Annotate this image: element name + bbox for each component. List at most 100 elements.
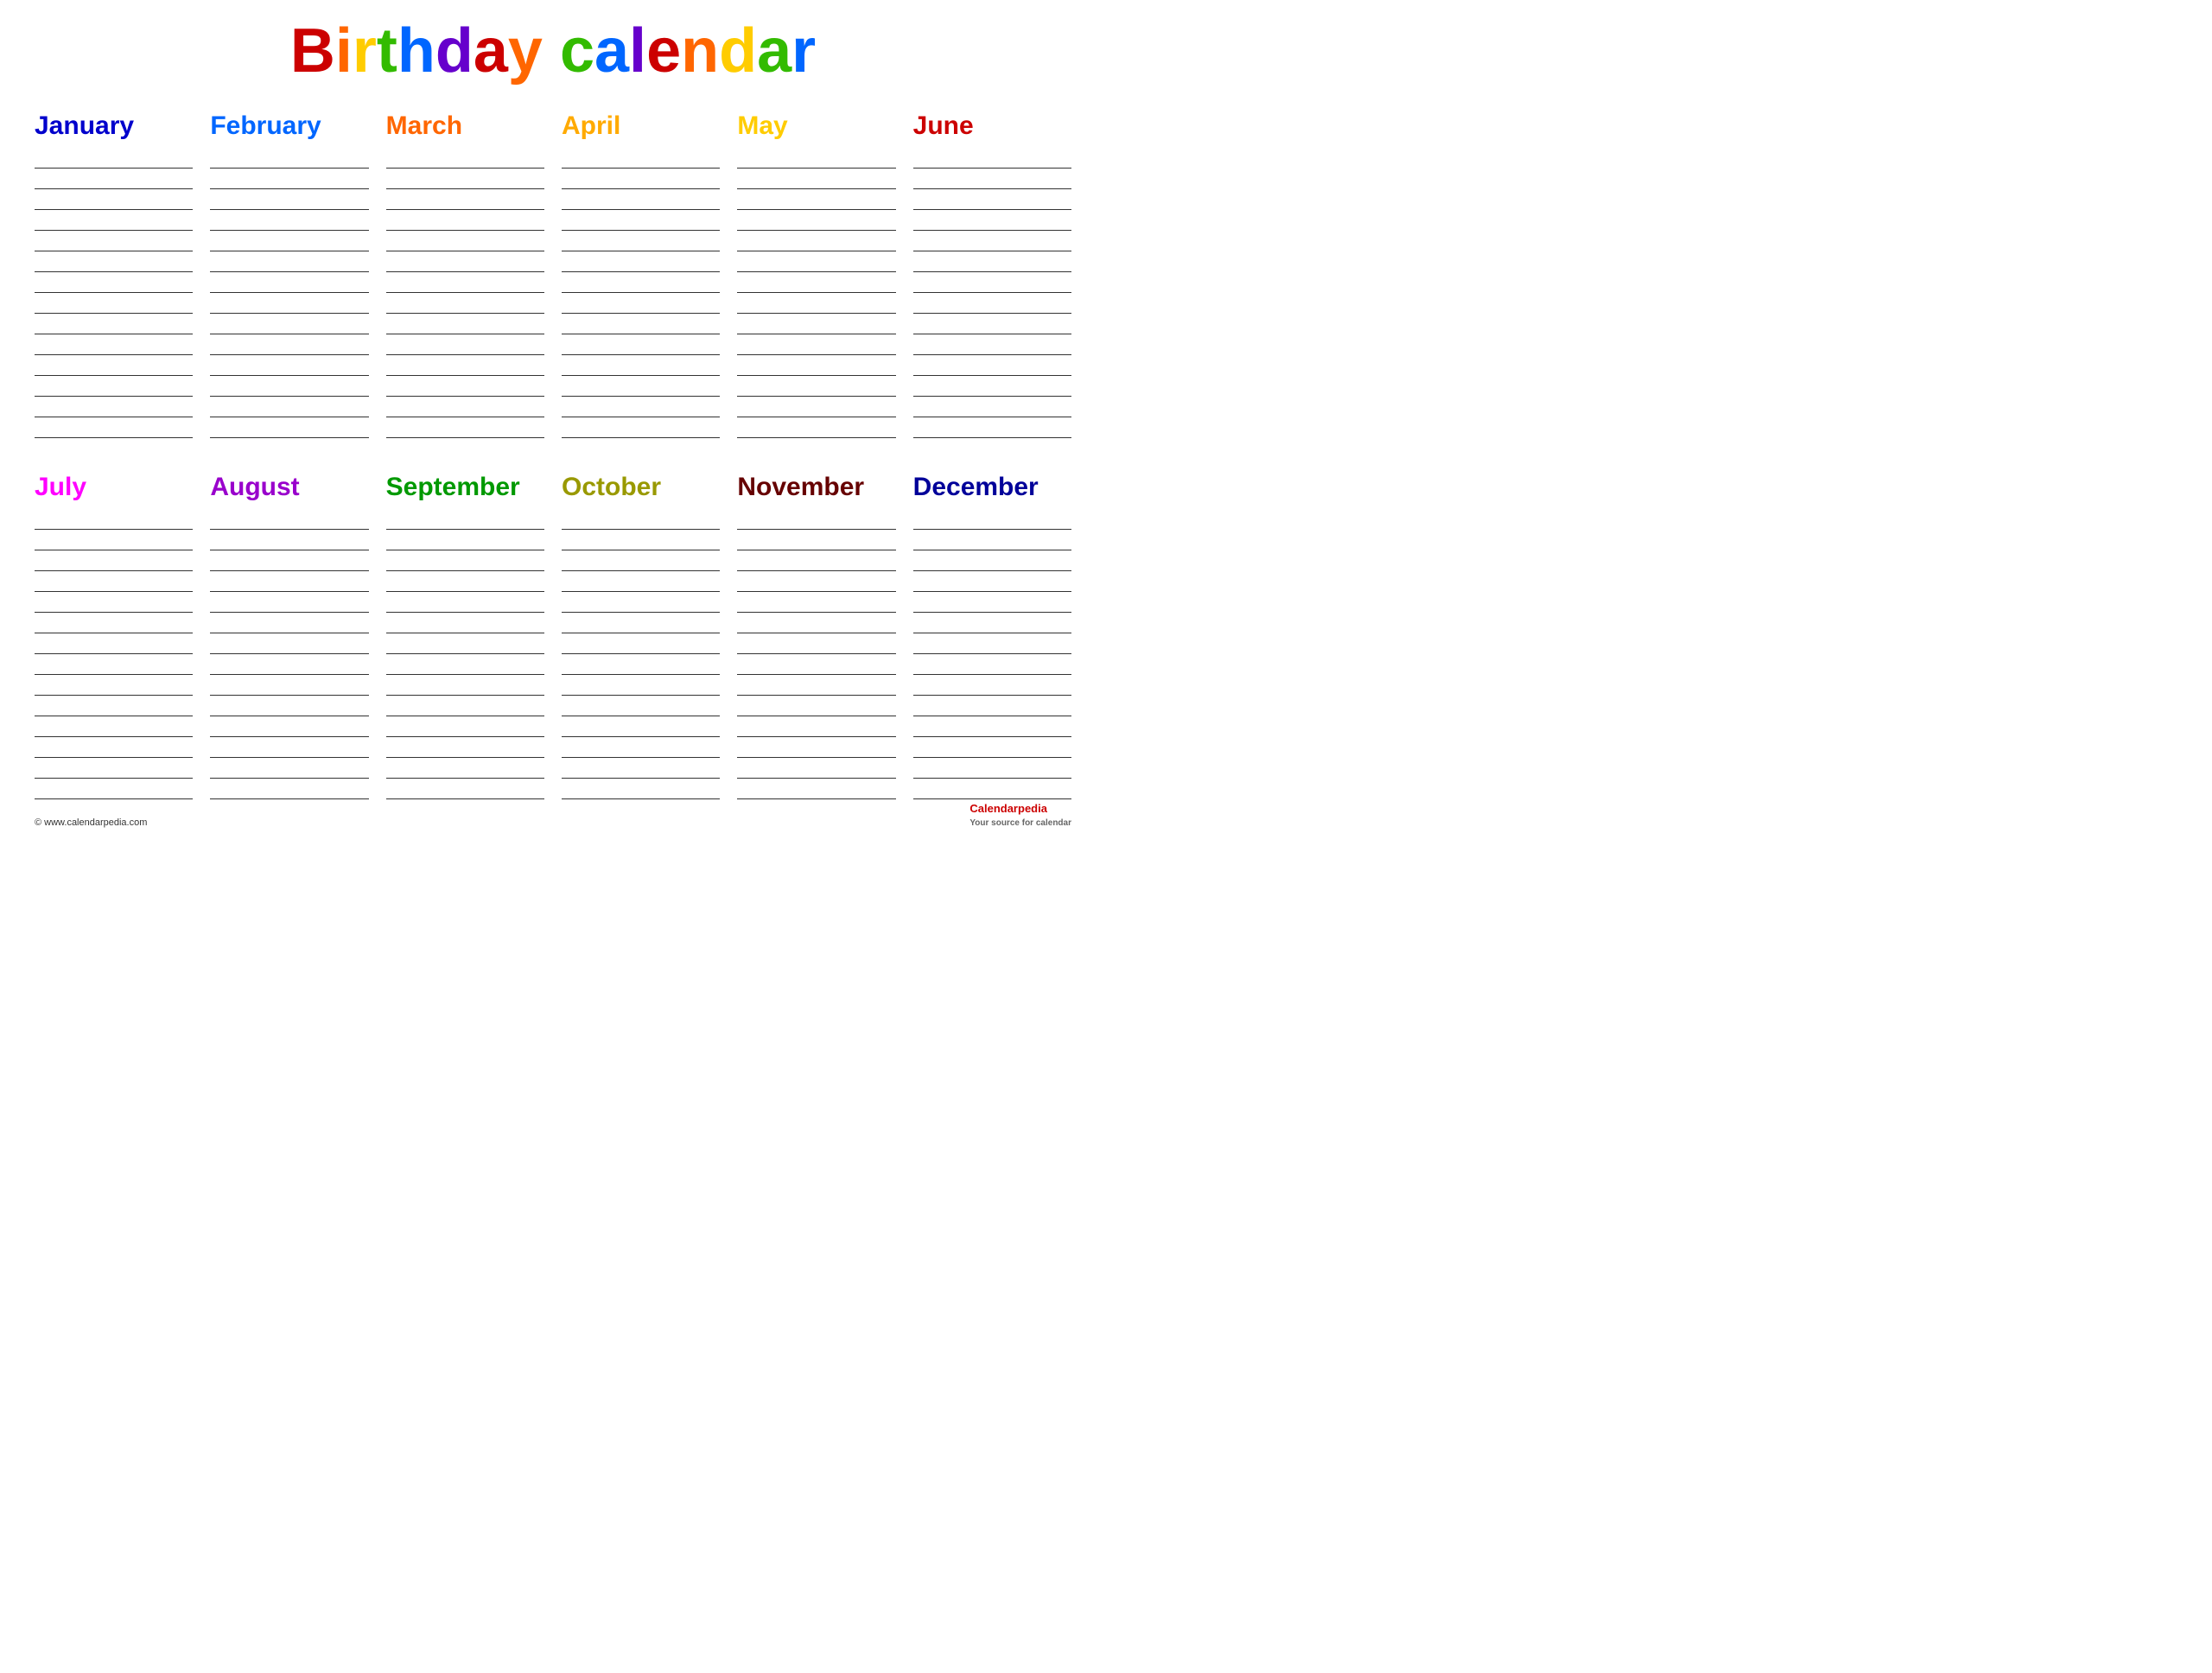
month-august: August [210, 473, 368, 799]
line [562, 675, 720, 696]
line [210, 148, 368, 169]
line [562, 355, 720, 376]
month-label-january: January [35, 111, 193, 141]
month-june: June [913, 111, 1071, 438]
line [913, 355, 1071, 376]
line [35, 571, 193, 592]
line [913, 148, 1071, 169]
brand-tagline: Your source for calendar [969, 818, 1071, 828]
line [913, 334, 1071, 355]
line [737, 654, 895, 675]
line [35, 633, 193, 654]
month-label-october: October [562, 473, 720, 502]
line [737, 633, 895, 654]
line [737, 231, 895, 251]
line [562, 571, 720, 592]
line [562, 334, 720, 355]
line [210, 355, 368, 376]
line [210, 169, 368, 189]
footer-left: © www.calendarpedia.com [35, 817, 147, 828]
footer-right: Calendarpedia Your source for calendar [969, 802, 1071, 828]
line [737, 355, 895, 376]
line [913, 592, 1071, 613]
line [913, 696, 1071, 716]
line [562, 169, 720, 189]
line [386, 530, 544, 550]
line [35, 716, 193, 737]
month-july: July [35, 473, 193, 799]
line [35, 550, 193, 571]
line [35, 376, 193, 397]
line [386, 272, 544, 293]
line [562, 231, 720, 251]
line [913, 397, 1071, 417]
line [35, 509, 193, 530]
line [210, 189, 368, 210]
line [737, 716, 895, 737]
line [386, 169, 544, 189]
line [737, 696, 895, 716]
line [210, 592, 368, 613]
line [35, 231, 193, 251]
line [386, 550, 544, 571]
line [562, 397, 720, 417]
line [913, 633, 1071, 654]
line [35, 293, 193, 314]
line [913, 314, 1071, 334]
line [913, 779, 1071, 799]
line [737, 530, 895, 550]
month-november: November [737, 473, 895, 799]
line [737, 334, 895, 355]
line [35, 613, 193, 633]
line [210, 654, 368, 675]
line [386, 571, 544, 592]
month-march: March [386, 111, 544, 438]
month-label-june: June [913, 111, 1071, 141]
line [35, 654, 193, 675]
calendar-grid: January February [35, 111, 1071, 799]
line [210, 737, 368, 758]
line [737, 272, 895, 293]
line [210, 571, 368, 592]
page-title: Birthday calendar [35, 17, 1071, 86]
line [562, 613, 720, 633]
line [562, 530, 720, 550]
month-label-march: March [386, 111, 544, 141]
line [210, 633, 368, 654]
line [35, 417, 193, 438]
line [35, 397, 193, 417]
page: Birthday calendar January [0, 0, 1106, 836]
line [386, 779, 544, 799]
line [562, 550, 720, 571]
line [386, 633, 544, 654]
line [913, 737, 1071, 758]
line [386, 376, 544, 397]
line [386, 737, 544, 758]
line [386, 293, 544, 314]
line [737, 251, 895, 272]
line [562, 592, 720, 613]
month-label-november: November [737, 473, 895, 502]
line [562, 509, 720, 530]
line [737, 571, 895, 592]
line [737, 148, 895, 169]
line [737, 737, 895, 758]
line [562, 737, 720, 758]
month-label-may: May [737, 111, 895, 141]
line [737, 613, 895, 633]
line [386, 654, 544, 675]
line [386, 189, 544, 210]
line [386, 355, 544, 376]
line [913, 272, 1071, 293]
line [737, 417, 895, 438]
line [210, 293, 368, 314]
month-october: October [562, 473, 720, 799]
line [210, 716, 368, 737]
line [210, 251, 368, 272]
copyright-text: © www.calendarpedia.com [35, 817, 147, 828]
line [737, 189, 895, 210]
brand-text: Calendarpedia [969, 802, 1047, 815]
line [913, 376, 1071, 397]
line [913, 654, 1071, 675]
line [35, 272, 193, 293]
